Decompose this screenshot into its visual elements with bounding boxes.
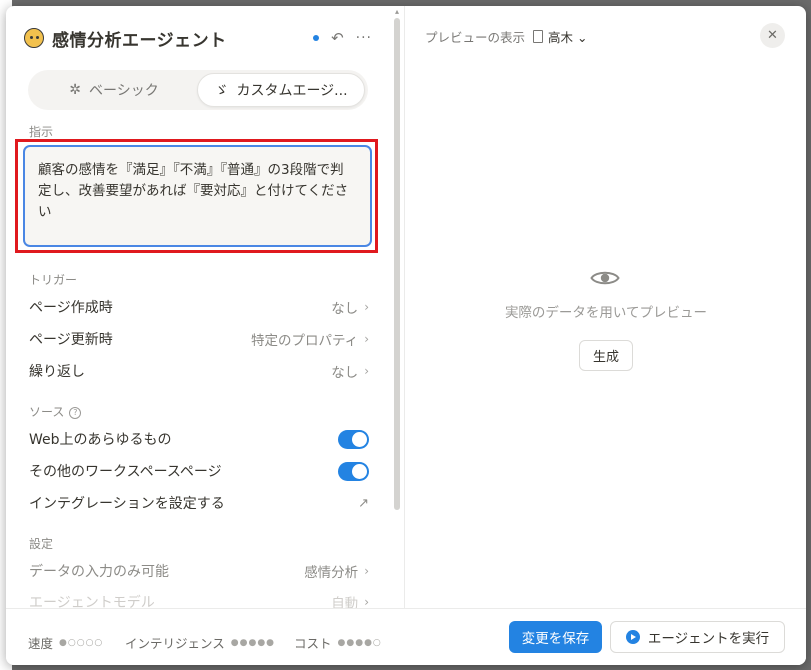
source-label: Web上のあらゆるもの [29,432,172,448]
header-actions: ↶ ··· [313,29,372,47]
settings-label: 設定 [29,537,54,551]
sparkle-icon: ✲ [69,82,81,98]
instructions-textarea[interactable]: 顧客の感情を『満足』『不満』『普通』の3段階で判定し、改善要望があれば『要対応』… [23,145,372,247]
preview-empty-message: 実際のデータを用いてプレビュー [504,305,708,321]
generate-button[interactable]: 生成 [579,340,633,371]
preview-heading: プレビューの表示 [425,30,526,45]
trigger-label: 繰り返し [29,364,85,380]
cost-label: コスト [294,636,332,651]
trigger-recurring[interactable]: 繰り返し なし › [29,359,369,383]
mode-tabs: ✲ ベーシック ゞ カスタムエージ... [28,70,368,110]
eye-icon [590,271,620,285]
integration-settings-link[interactable]: インテグレーションを設定する ↗ [29,491,369,515]
run-agent-button[interactable]: エージェントを実行 [610,621,785,653]
tab-basic[interactable]: ✲ ベーシック [31,73,197,107]
chevron-down-icon: ⌄ [577,30,588,45]
setting-label: データの入力のみ可能 [29,564,169,580]
close-icon: ✕ [767,28,778,43]
setting-agent-model[interactable]: エージェントモデル 自動 › [29,590,369,608]
tab-basic-label: ベーシック [89,83,159,99]
trigger-page-updated[interactable]: ページ更新時 特定のプロパティ › [29,327,369,351]
settings-panel: 感情分析エージェント ↶ ··· ✲ ベーシック ゞ カスタムエージ... 指示… [6,6,404,608]
source-label: その他のワークスペースページ [29,464,222,480]
arrow-up-right-icon: ↗ [358,495,369,511]
help-icon[interactable]: ? [69,407,82,419]
setting-label: エージェントモデル [29,595,155,608]
more-options-icon[interactable]: ··· [356,30,372,46]
tab-custom-label: カスタムエージ... [236,83,348,99]
trigger-value: 特定のプロパティ › [250,332,369,349]
page-icon [533,30,544,43]
run-agent-label: エージェントを実行 [647,631,770,647]
speed-label: 速度 [28,636,54,651]
dialog-footer: 速度 ●○○○○ インテリジェンス ●●●●● コスト ●●●●○ 変更を保存 … [6,608,806,665]
intelligence-rating-dots: ●●●●● [230,637,276,648]
chevron-right-icon: › [364,364,369,378]
preview-user-selector[interactable]: 高木 ⌄ [548,27,587,46]
sources-label: ソース? [29,403,82,420]
unsaved-indicator [313,35,320,41]
agent-face-icon[interactable] [24,28,44,48]
agent-settings-dialog: 感情分析エージェント ↶ ··· ✲ ベーシック ゞ カスタムエージ... 指示… [6,6,806,665]
scrollbar-thumb[interactable] [394,18,400,510]
trigger-value: なし › [331,300,369,317]
chevron-right-icon: › [364,332,369,346]
trigger-label: ページ更新時 [29,332,113,348]
trigger-label: ページ作成時 [29,300,113,316]
wand-icon: ゞ [214,83,229,99]
close-button[interactable]: ✕ [760,23,785,48]
source-workspace: その他のワークスペースページ [29,459,369,483]
settings-scrollbar[interactable]: ▴ [392,8,402,608]
chevron-right-icon: › [364,300,369,314]
intelligence-label: インテリジェンス [125,636,225,651]
chevron-right-icon: › [364,595,369,608]
intelligence-metric: インテリジェンス ●●●●● [125,633,275,652]
trigger-page-created[interactable]: ページ作成時 なし › [29,295,369,319]
tab-custom-agent[interactable]: ゞ カスタムエージ... [197,73,365,107]
integration-label: インテグレーションを設定する [29,496,225,512]
chevron-right-icon: › [364,564,369,578]
agent-title[interactable]: 感情分析エージェント [52,26,227,51]
scroll-up-arrow-icon[interactable]: ▴ [393,8,401,16]
source-web: Web上のあらゆるもの [29,427,369,451]
setting-data-input-only[interactable]: データの入力のみ可能 感情分析 › [29,559,369,583]
speed-metric: 速度 ●○○○○ [28,633,103,652]
instructions-label: 指示 [29,125,54,139]
cost-metric: コスト ●●●●○ [294,633,382,652]
cost-rating-dots: ●●●●○ [337,637,382,648]
triggers-label: トリガー [29,273,78,287]
speed-rating-dots: ●○○○○ [59,637,104,648]
panel-divider [404,6,405,608]
source-web-toggle[interactable] [338,429,369,449]
dialog-header: 感情分析エージェント ↶ ··· [22,24,372,52]
save-changes-button[interactable]: 変更を保存 [509,621,602,653]
undo-icon[interactable]: ↶ [331,29,344,47]
trigger-value: なし › [331,364,369,381]
preview-header: プレビューの表示 高木 ⌄ [425,27,588,46]
source-workspace-toggle[interactable] [338,461,369,481]
setting-value: 自動 › [331,595,369,608]
play-icon [625,630,640,644]
setting-value: 感情分析 › [304,564,369,581]
